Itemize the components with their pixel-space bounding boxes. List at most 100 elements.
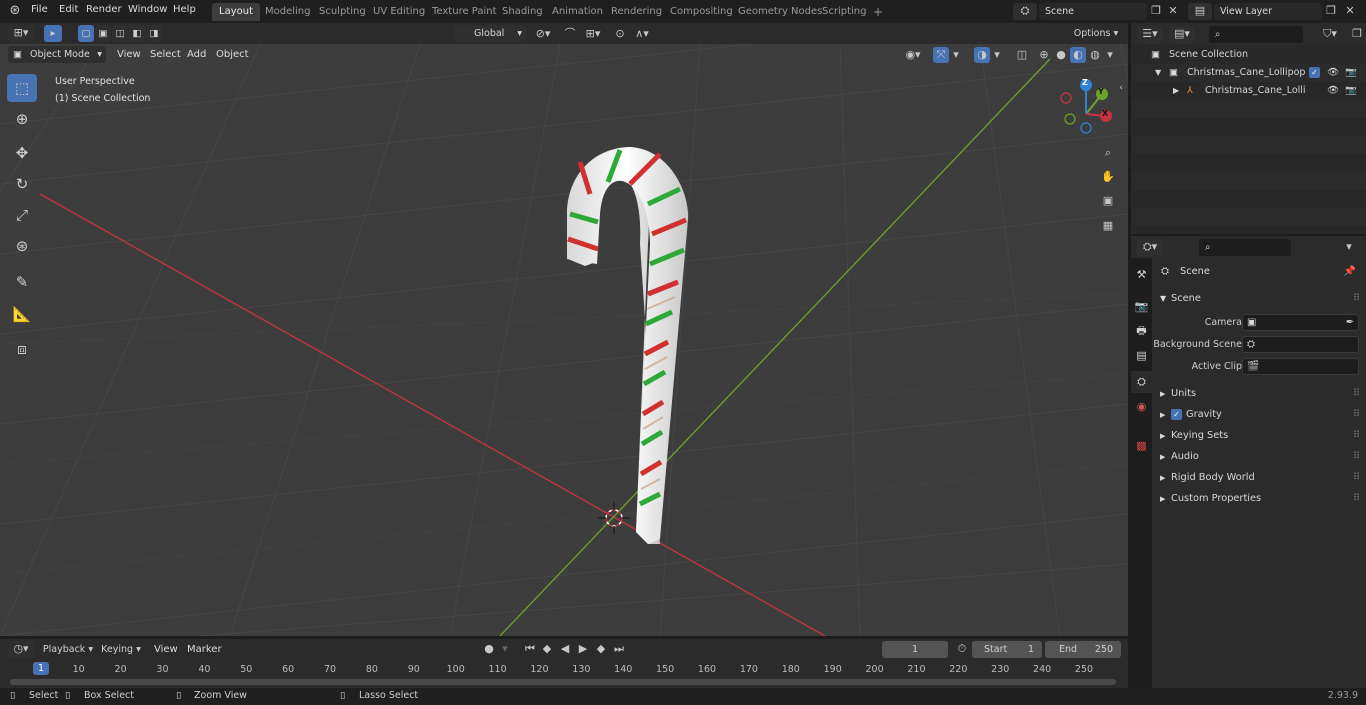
drag-handle-icon[interactable]: ⠿ [1353,426,1360,446]
solid-shading-icon[interactable]: ● [1053,47,1069,63]
tab-animation[interactable]: Animation [545,3,610,21]
play-reverse-icon[interactable]: ◀ [557,641,573,657]
select-invert-icon[interactable]: ◧ [129,25,145,42]
rotate-tool-icon[interactable]: ↻ [7,170,37,198]
eye-icon[interactable]: 👁 [1327,64,1339,82]
world-tab-icon[interactable]: ◉ [1131,396,1152,418]
add-cube-tool-icon[interactable]: ⧈ [7,335,37,363]
frame-tick[interactable]: 10 [73,664,85,675]
frame-tick[interactable]: 1 [32,662,50,675]
frame-tick[interactable]: 70 [324,664,336,675]
properties-options-icon[interactable]: ▾ [1339,239,1359,255]
gizmo-toggle-icon[interactable]: ⤧ [933,47,949,63]
gizmo-z-label[interactable]: Z [1082,78,1088,87]
timeline-scrollbar[interactable] [10,679,1116,685]
prev-keyframe-icon[interactable]: ◆ [539,641,555,657]
3d-viewport[interactable]: User Perspective (1) Scene Collection Z … [0,44,1128,636]
frame-tick[interactable]: 250 [1075,664,1093,675]
tab-texture-paint[interactable]: Texture Paint [425,3,504,21]
viewport-menu-object[interactable]: Object [216,49,249,60]
tool-tab-icon[interactable]: ⚒ [1131,264,1152,286]
drag-handle-icon[interactable]: ⠿ [1353,405,1360,425]
frame-tick[interactable]: 90 [408,664,420,675]
frame-tick[interactable]: 50 [240,664,252,675]
frame-tick[interactable]: 240 [1033,664,1051,675]
menu-render[interactable]: Render [86,4,122,15]
frame-tick[interactable]: 190 [824,664,842,675]
frame-tick[interactable]: 40 [198,664,210,675]
select-subtract-icon[interactable]: ◫ [112,25,128,42]
visibility-icon[interactable]: ◉▾ [900,47,926,63]
display-mode-icon[interactable]: ▤▾ [1169,26,1195,43]
timeline-editor-type-icon[interactable]: ◷▾ [8,641,34,658]
camera-render-icon[interactable]: 📷 [1345,64,1357,82]
menu-window[interactable]: Window [128,4,167,15]
delete-scene-icon[interactable]: ✕ [1166,3,1180,19]
measure-tool-icon[interactable]: 📐 [7,300,37,328]
tab-scripting[interactable]: Scripting [815,3,873,21]
next-keyframe-icon[interactable]: ◆ [593,641,609,657]
output-tab-icon[interactable]: 🖶 [1131,320,1152,342]
blender-logo-icon[interactable]: ⊛ [6,3,24,19]
viewport-menu-view[interactable]: View [117,49,141,60]
rendered-shading-icon[interactable]: ◍ [1087,47,1103,63]
new-view-layer-icon[interactable]: ❐ [1323,3,1339,19]
view-layer-field[interactable]: View Layer [1214,3,1322,20]
frame-tick[interactable]: 230 [991,664,1009,675]
properties-editor-type-icon[interactable]: ⛭▾ [1137,239,1163,256]
camera-render-icon[interactable]: 📷 [1345,82,1357,100]
outliner-editor-type-icon[interactable]: ☰▾ [1137,26,1163,43]
eye-icon[interactable]: 👁 [1327,82,1339,100]
select-box-icon[interactable]: ▢ [78,25,94,42]
auto-key-dropdown-icon[interactable]: ▾ [499,641,511,657]
frame-tick[interactable]: 170 [740,664,758,675]
frame-tick[interactable]: 140 [614,664,632,675]
texture-tab-icon[interactable]: ▩ [1131,435,1152,457]
panel-gravity[interactable]: ▶ ✓ Gravity ⠿ [1152,405,1366,425]
properties-search-input[interactable]: ⌕ [1199,239,1291,256]
view-layer-icon[interactable]: ▤ [1188,3,1212,20]
frame-tick[interactable]: 120 [530,664,548,675]
move-tool-icon[interactable]: ✥ [7,139,37,167]
viewport-menu-select[interactable]: Select [150,49,181,60]
drag-handle-icon[interactable]: ⠿ [1353,447,1360,467]
snap-toggle-icon[interactable]: ⌒ [562,26,578,42]
panel-keying-sets[interactable]: ▶ Keying Sets ⠿ [1152,426,1366,446]
pan-hand-icon[interactable]: ✋ [1098,167,1118,187]
falloff-icon[interactable]: ∧▾ [630,26,654,42]
panel-units[interactable]: ▶ Units ⠿ [1152,384,1366,404]
overlay-toggle-icon[interactable]: ◑ [974,47,990,63]
eyedropper-icon[interactable]: ✒ [1346,313,1354,333]
drag-handle-icon[interactable]: ⠿ [1353,468,1360,488]
scene-tab-icon[interactable]: ⛭ [1131,371,1152,393]
filter-icon[interactable]: ⛉▾ [1317,26,1343,42]
tab-layout[interactable]: Layout [212,3,260,21]
record-icon[interactable]: ● [481,641,497,657]
annotate-tool-icon[interactable]: ✎ [7,268,37,296]
jump-start-icon[interactable]: ⏮ [522,641,538,657]
menu-edit[interactable]: Edit [59,4,78,15]
viewport-menu-add[interactable]: Add [187,49,206,60]
frame-tick[interactable]: 160 [698,664,716,675]
tab-rendering[interactable]: Rendering [604,3,669,21]
frame-tick[interactable]: 110 [488,664,506,675]
background-scene-field[interactable]: ⛭ [1242,336,1359,353]
tab-uv-editing[interactable]: UV Editing [366,3,432,21]
add-workspace-button[interactable]: + [866,3,890,21]
new-scene-icon[interactable]: ❐ [1148,3,1164,19]
gravity-checkbox[interactable]: ✓ [1171,409,1182,420]
gizmo-dropdown-icon[interactable]: ▾ [951,47,961,63]
outliner-search-input[interactable]: ⌕ [1209,26,1303,43]
viewport-canvas[interactable] [0,44,1128,636]
frame-tick[interactable]: 210 [907,664,925,675]
gizmo-y-label[interactable]: Y [1098,87,1104,96]
scene-name-field[interactable]: Scene [1039,3,1147,20]
frame-tick[interactable]: 180 [782,664,800,675]
keying-menu[interactable]: Keying ▾ [98,641,144,658]
outliner-row-collection[interactable]: ▼ ▣ Christmas_Cane_Lollipop_Re ✓ 👁 📷 [1131,64,1366,82]
snap-settings-icon[interactable]: ⊞▾ [580,26,606,42]
jump-end-icon[interactable]: ⏭ [611,641,627,657]
frame-tick[interactable]: 150 [656,664,674,675]
overlay-dropdown-icon[interactable]: ▾ [992,47,1002,63]
tab-modeling[interactable]: Modeling [258,3,318,21]
